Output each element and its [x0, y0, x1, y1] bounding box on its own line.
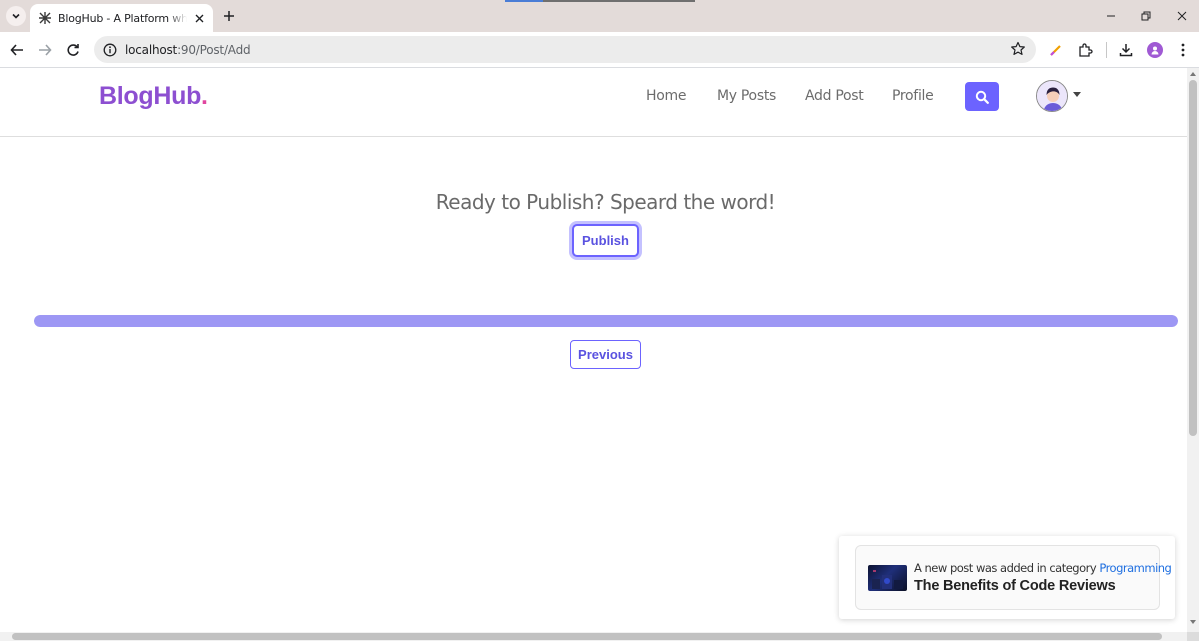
progress-bar-fill	[34, 315, 1178, 327]
download-icon[interactable]	[1116, 40, 1136, 60]
user-avatar[interactable]	[1036, 80, 1068, 112]
nav-link-my-posts[interactable]: My Posts	[717, 88, 776, 104]
site-logo[interactable]: BlogHub.	[99, 82, 208, 111]
post-thumbnail	[868, 565, 907, 591]
progress-bar	[34, 315, 1178, 327]
notification-prefix: A new post was added in category	[914, 561, 1097, 575]
toolbar-divider	[1106, 42, 1107, 58]
notification-post-title[interactable]: The Benefits of Code Reviews	[914, 578, 1116, 594]
info-icon[interactable]	[102, 42, 118, 58]
url-path: :90/Post/Add	[177, 42, 251, 57]
vertical-scrollbar[interactable]	[1187, 68, 1199, 632]
tab-title: BlogHub - A Platform where you	[58, 11, 187, 25]
more-icon[interactable]	[1173, 40, 1193, 60]
brand-dot: .	[201, 82, 208, 110]
notification-card[interactable]: A new post was added in category Program…	[855, 545, 1172, 610]
plus-icon[interactable]	[219, 6, 239, 26]
notification-message: A new post was added in category Program…	[914, 561, 1172, 575]
nav-link-profile[interactable]: Profile	[892, 88, 934, 104]
close-icon[interactable]	[191, 10, 207, 26]
nav-link-home[interactable]: Home	[646, 88, 686, 104]
category-link[interactable]: Programming	[1099, 561, 1172, 575]
vertical-scrollbar-thumb[interactable]	[1189, 80, 1197, 436]
previous-button[interactable]: Previous	[570, 340, 641, 369]
star-icon[interactable]	[1010, 41, 1026, 57]
url-text: localhost:90/Post/Add	[125, 42, 251, 57]
browser-tab-bar: BlogHub - A Platform where you	[0, 0, 1199, 32]
profile-icon[interactable]	[1145, 40, 1165, 60]
scrollbar-corner	[1187, 632, 1199, 641]
browser-toolbar: localhost:90/Post/Add	[0, 32, 1199, 68]
scroll-down-icon[interactable]	[1190, 620, 1196, 624]
browser-tab[interactable]: BlogHub - A Platform where you	[30, 4, 213, 32]
forward-icon[interactable]	[35, 40, 55, 60]
chevron-down-icon[interactable]	[1073, 92, 1081, 97]
publish-prompt: Ready to Publish? Speard the word!	[435, 190, 776, 214]
bloghub-favicon-icon	[39, 12, 51, 24]
address-bar[interactable]: localhost:90/Post/Add	[94, 36, 1036, 63]
publish-button[interactable]: Publish	[572, 224, 639, 257]
reload-icon[interactable]	[63, 40, 83, 60]
minimize-icon[interactable]	[1102, 7, 1120, 25]
search-icon	[975, 90, 989, 104]
pen-icon[interactable]	[1046, 40, 1066, 60]
back-icon[interactable]	[7, 40, 27, 60]
extensions-icon[interactable]	[1075, 40, 1095, 60]
restore-icon[interactable]	[1137, 7, 1155, 25]
site-header: BlogHub. Home My Posts Add Post Profile	[0, 68, 1187, 137]
tab-search-icon[interactable]	[6, 6, 26, 26]
url-host: localhost	[125, 42, 178, 57]
notification-toast[interactable]: A new post was added in category Program…	[839, 536, 1175, 619]
tab-loading-indicator	[505, 0, 695, 2]
nav-link-add-post[interactable]: Add Post	[805, 88, 864, 104]
search-button[interactable]	[965, 82, 999, 111]
scroll-up-icon[interactable]	[1190, 72, 1196, 76]
horizontal-scrollbar[interactable]	[0, 632, 1187, 641]
horizontal-scrollbar-thumb[interactable]	[12, 633, 1162, 640]
close-window-icon[interactable]	[1173, 7, 1191, 25]
page-content: BlogHub. Home My Posts Add Post Profile …	[0, 68, 1187, 632]
brand-name: BlogHub	[99, 82, 202, 110]
